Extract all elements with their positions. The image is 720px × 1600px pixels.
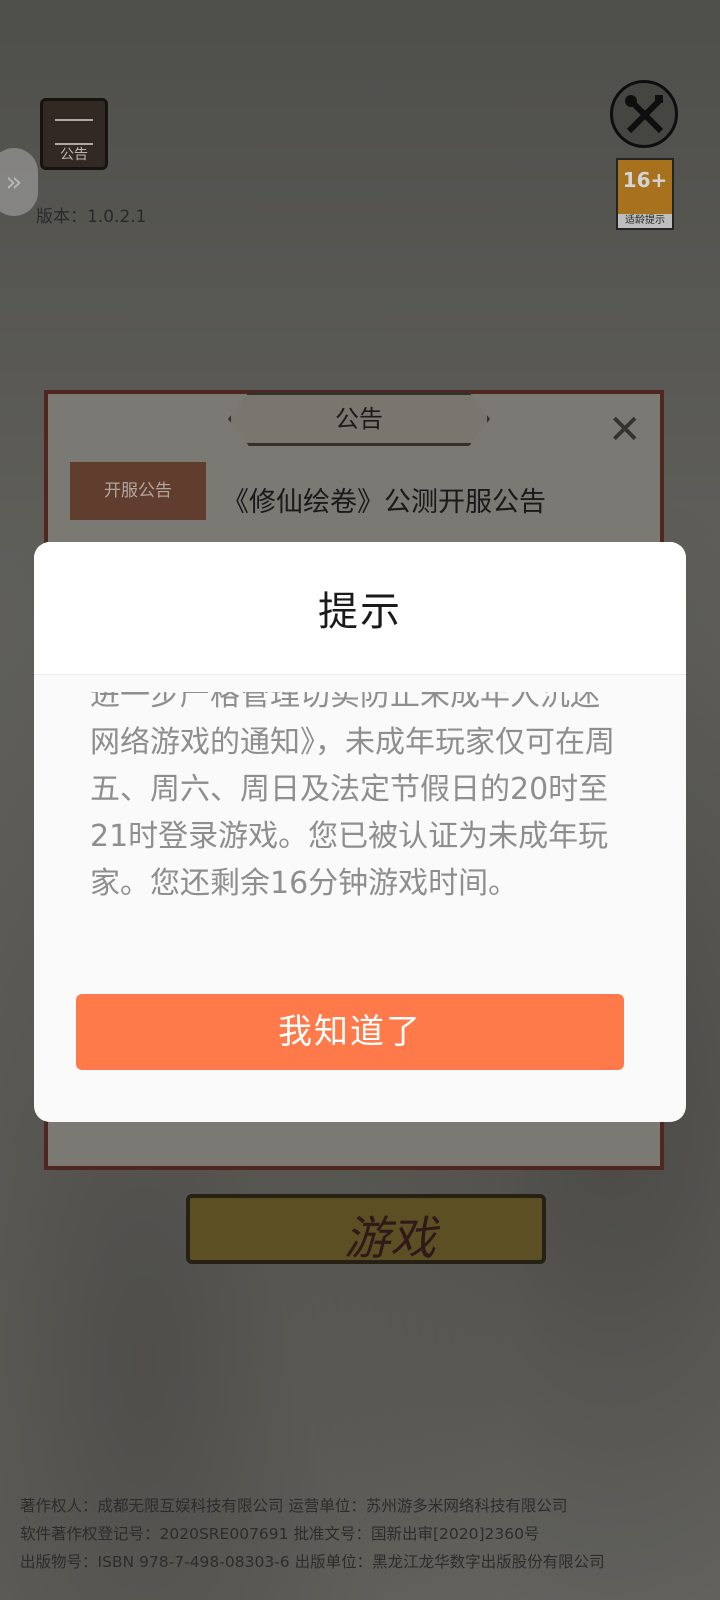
dialog-message-scroll[interactable]: 进一步严格管理切实防止未成年人沉迷网络游戏的通知》，未成年玩家仅可在周五、周六、… xyxy=(90,692,626,920)
dialog-title: 提示 xyxy=(318,589,402,635)
dialog-header: 提示 xyxy=(34,542,686,675)
legal-footer: 著作权人：成都无限互娱科技有限公司 运营单位：苏州游多米网络科技有限公司 软件著… xyxy=(20,1492,710,1576)
footer-line-registration: 软件著作权登记号：2020SRE007691 批准文号：国新出审[2020]23… xyxy=(20,1525,540,1543)
dialog-message: 进一步严格管理切实防止未成年人沉迷网络游戏的通知》，未成年玩家仅可在周五、周六、… xyxy=(90,692,615,901)
acknowledge-button[interactable]: 我知道了 xyxy=(76,994,624,1070)
footer-line-publication: 出版物号：ISBN 978-7-498-08303-6 出版单位：黑龙江龙华数字… xyxy=(20,1553,605,1571)
footer-line-copyright: 著作权人：成都无限互娱科技有限公司 运营单位：苏州游多米网络科技有限公司 xyxy=(20,1497,568,1515)
anti-addiction-dialog: 提示 进一步严格管理切实防止未成年人沉迷网络游戏的通知》，未成年玩家仅可在周五、… xyxy=(34,542,686,1122)
